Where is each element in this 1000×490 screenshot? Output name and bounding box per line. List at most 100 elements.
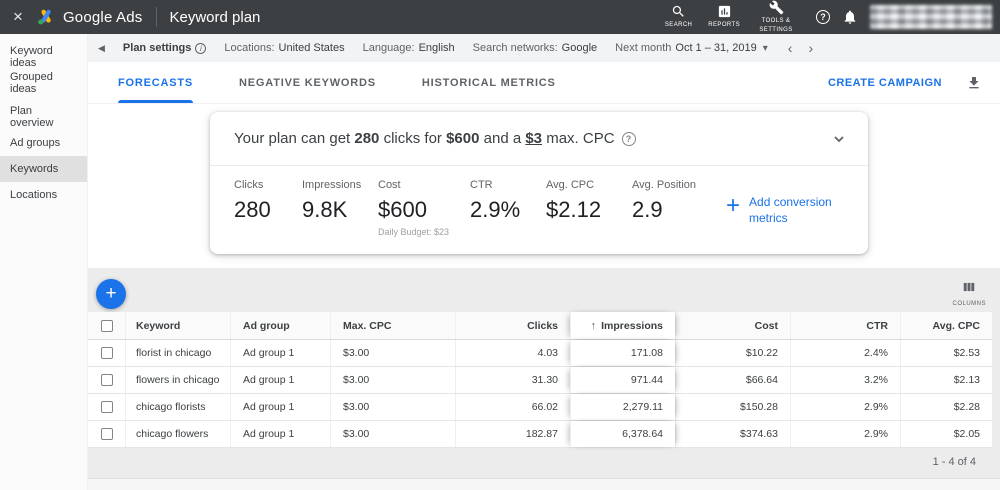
search-icon <box>671 4 686 19</box>
sidebar-item-keywords[interactable]: Keywords <box>0 156 87 182</box>
row-checkbox[interactable] <box>100 428 113 440</box>
plus-icon: + <box>726 192 741 219</box>
metric-value: 9.8K <box>302 197 348 222</box>
tab-forecasts[interactable]: FORECASTS <box>118 62 194 103</box>
topbar: × Google Ads Keyword plan SEARCH REPORTS… <box>0 0 1000 34</box>
keywords-workspace: + COLUMNS Keyword Ad group Max. CPC Clic… <box>88 268 1000 490</box>
tab-historical-metrics[interactable]: HISTORICAL METRICS <box>422 62 556 103</box>
plan-settings-label: Plan settings <box>122 42 192 54</box>
header-cost[interactable]: Cost <box>675 312 790 339</box>
sidebar: Keyword ideas Grouped ideas Plan overvie… <box>0 34 88 490</box>
table-row[interactable]: flowers in chicago Ad group 1 $3.00 31.3… <box>88 367 992 394</box>
select-all-checkbox[interactable] <box>100 319 113 332</box>
tools-settings-button[interactable]: TOOLS & SETTINGS <box>756 0 796 33</box>
wrench-icon <box>769 0 784 15</box>
row-checkbox[interactable] <box>100 401 113 413</box>
select-all-cell <box>88 312 125 339</box>
pagination-status: 1 - 4 of 4 <box>932 456 976 468</box>
collapse-chevron-icon[interactable] <box>830 130 848 148</box>
next-period-icon[interactable]: › <box>808 41 813 55</box>
header-keyword[interactable]: Keyword <box>125 312 230 339</box>
row-checkbox[interactable] <box>100 374 113 386</box>
cell-impressions: 171.08 <box>570 340 675 366</box>
networks-label: Search networks: <box>472 42 558 54</box>
cell-cost: $150.28 <box>675 394 790 420</box>
cell-cost: $374.63 <box>675 421 790 447</box>
header-avg-cpc[interactable]: Avg. CPC <box>900 312 992 339</box>
download-icon[interactable] <box>966 75 982 91</box>
cell-ad-group: Ad group 1 <box>230 340 330 366</box>
daily-budget-note: Daily Budget: $23 <box>378 227 450 237</box>
metric-value: $600 <box>378 197 427 222</box>
info-icon[interactable]: i <box>195 42 207 54</box>
cell-impressions: 971.44 <box>570 367 675 393</box>
cell-max-cpc[interactable]: $3.00 <box>330 394 455 420</box>
account-info-redacted[interactable] <box>870 5 992 29</box>
search-button[interactable]: SEARCH <box>665 4 692 29</box>
headline-text: clicks for <box>379 130 447 147</box>
language-setting[interactable]: Language: English <box>363 42 455 54</box>
cell-keyword: florist in chicago <box>125 340 230 366</box>
sidebar-item-ad-groups[interactable]: Ad groups <box>0 130 87 156</box>
cell-max-cpc[interactable]: $3.00 <box>330 421 455 447</box>
row-checkbox[interactable] <box>100 347 113 359</box>
headline-max-cpc-link[interactable]: $3 <box>525 130 542 147</box>
reports-button[interactable]: REPORTS <box>708 4 740 29</box>
reports-label: REPORTS <box>708 22 740 29</box>
language-value: English <box>418 42 455 54</box>
table-row[interactable]: florist in chicago Ad group 1 $3.00 4.03… <box>88 340 992 367</box>
header-clicks[interactable]: Clicks <box>455 312 570 339</box>
headline-help-icon[interactable]: ? <box>621 131 636 146</box>
header-ad-group[interactable]: Ad group <box>230 312 330 339</box>
reports-chart-icon <box>717 4 732 19</box>
locations-setting[interactable]: Locations: United States <box>224 42 344 54</box>
google-ads-keyword-plan-app: × Google Ads Keyword plan SEARCH REPORTS… <box>0 0 1000 490</box>
add-conversion-metrics-button[interactable]: + Add conversion metrics <box>726 192 832 226</box>
cell-ctr: 3.2% <box>790 367 900 393</box>
keywords-table: Keyword Ad group Max. CPC Clicks ↑ Impre… <box>88 312 992 448</box>
search-label: SEARCH <box>664 22 693 29</box>
back-arrow-icon[interactable]: ◀ <box>98 43 105 54</box>
cell-keyword: flowers in chicago <box>125 367 230 393</box>
cell-ad-group: Ad group 1 <box>230 367 330 393</box>
create-campaign-button[interactable]: CREATE CAMPAIGN <box>828 77 942 89</box>
metric-impressions: Impressions 9.8K <box>302 179 378 223</box>
cell-clicks: 4.03 <box>455 340 570 366</box>
sidebar-item-keyword-ideas[interactable]: Keyword ideas <box>0 44 87 70</box>
networks-setting[interactable]: Search networks: Google <box>473 42 597 54</box>
help-icon[interactable]: ? <box>816 10 830 24</box>
metric-avg-position: Avg. Position 2.9 <box>632 179 716 223</box>
sidebar-item-locations[interactable]: Locations <box>0 182 87 208</box>
sort-ascending-icon: ↑ <box>590 319 597 332</box>
header-ctr[interactable]: CTR <box>790 312 900 339</box>
forecast-summary-card: Your plan can get 280 clicks for $600 an… <box>210 112 868 254</box>
add-conversion-label: Add conversion metrics <box>749 195 832 225</box>
header-impressions-sorted[interactable]: ↑ Impressions <box>570 312 675 339</box>
close-icon[interactable]: × <box>0 7 36 27</box>
notifications-bell-icon[interactable] <box>842 9 858 25</box>
tools-settings-label: TOOLS & SETTINGS <box>759 18 793 33</box>
plan-settings-control[interactable]: Plan settings i <box>122 42 207 54</box>
brand-name: Google Ads <box>62 8 143 26</box>
cell-avg-cpc: $2.13 <box>900 367 992 393</box>
table-row[interactable]: chicago florists Ad group 1 $3.00 66.02 … <box>88 394 992 421</box>
cell-max-cpc[interactable]: $3.00 <box>330 340 455 366</box>
cell-keyword: chicago florists <box>125 394 230 420</box>
tabs-bar: FORECASTS NEGATIVE KEYWORDS HISTORICAL M… <box>88 62 1000 104</box>
columns-button[interactable]: COLUMNS <box>952 280 986 307</box>
tab-negative-keywords[interactable]: NEGATIVE KEYWORDS <box>239 62 376 103</box>
table-row[interactable]: chicago flowers Ad group 1 $3.00 182.87 … <box>88 421 992 448</box>
metric-clicks: Clicks 280 <box>234 179 302 223</box>
date-range-dropdown[interactable]: Next month Oct 1 – 31, 2019 ▾ <box>615 42 768 54</box>
previous-period-icon[interactable]: ‹ <box>788 41 793 55</box>
plus-icon: + <box>105 283 117 304</box>
period-pager: ‹ › <box>788 41 813 55</box>
period-label: Next month <box>615 42 672 54</box>
row-select-cell <box>88 340 125 366</box>
cell-max-cpc[interactable]: $3.00 <box>330 367 455 393</box>
sidebar-item-plan-overview[interactable]: Plan overview <box>0 104 87 130</box>
language-label: Language: <box>362 42 415 54</box>
header-max-cpc[interactable]: Max. CPC <box>330 312 455 339</box>
sidebar-item-grouped-ideas[interactable]: Grouped ideas <box>0 70 87 96</box>
add-keyword-fab[interactable]: + <box>96 279 126 309</box>
